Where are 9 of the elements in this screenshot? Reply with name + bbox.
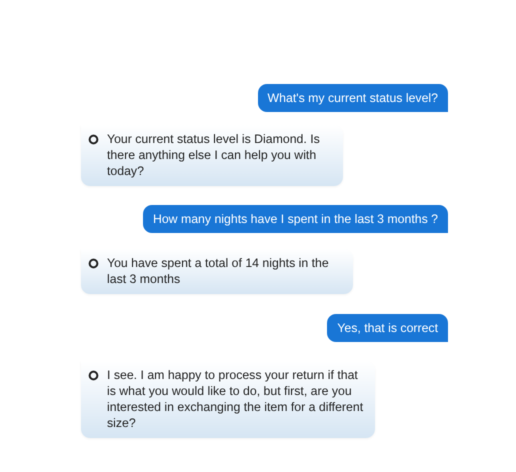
message-text: I see. I am happy to process your return if that is what you would like to do, but first, are you interested in exchanging the item for a different size? bbox=[107, 367, 364, 431]
message-text: You have spent a total of 14 nights in the last 3 months bbox=[107, 255, 330, 287]
message-text: Your current status level is Diamond. Is there anything else I can help you with today? bbox=[107, 131, 321, 179]
user-message: How many nights have I spent in the last 3 months ? bbox=[142, 205, 448, 233]
bot-icon bbox=[88, 258, 99, 269]
bot-icon bbox=[88, 370, 99, 381]
user-message: Yes, that is correct bbox=[327, 314, 448, 342]
user-message: What's my current status level? bbox=[258, 84, 448, 112]
bot-icon bbox=[88, 134, 99, 145]
